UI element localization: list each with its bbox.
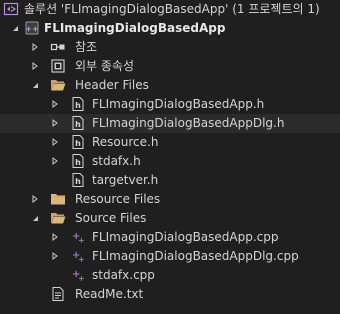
folder-icon [50, 191, 66, 207]
tree-item-header-file[interactable]: h targetver.h [0, 171, 340, 190]
tree-item-source-file[interactable]: + + stdafx.cpp [0, 266, 340, 285]
tree-item-readme[interactable]: ReadMe.txt [0, 285, 340, 304]
tree-item-header-file-selected[interactable]: h FLImagingDialogBasedAppDlg.h [0, 114, 340, 133]
external-dependencies-icon [50, 58, 66, 74]
source-files-label: Source Files [75, 211, 147, 225]
tree-item-source-file[interactable]: + + FLImagingDialogBasedApp.cpp [0, 228, 340, 247]
folder-open-icon [50, 210, 66, 226]
svg-text:++: ++ [25, 25, 38, 34]
cpp-project-icon: ++ [24, 20, 40, 36]
header-file-label: stdafx.h [92, 154, 141, 168]
header-file-icon: h [70, 96, 86, 112]
svg-text:+: + [78, 236, 85, 245]
svg-text:h: h [75, 158, 81, 167]
header-file-icon: h [70, 115, 86, 131]
tree-item-header-file[interactable]: h stdafx.h [0, 152, 340, 171]
header-file-label: targetver.h [92, 173, 159, 187]
tree-item-resource-files[interactable]: Resource Files [0, 190, 340, 209]
header-file-icon: h [70, 172, 86, 188]
chevron-right-icon[interactable] [50, 251, 60, 261]
chevron-right-icon[interactable] [50, 156, 60, 166]
cpp-file-icon: + + [70, 267, 86, 283]
tree-item-source-file[interactable]: + + FLImagingDialogBasedAppDlg.cpp [0, 247, 340, 266]
svg-text:+: + [78, 255, 85, 264]
tree-item-header-files[interactable]: Header Files [0, 76, 340, 95]
references-label: 참조 [75, 40, 98, 54]
tree-item-references[interactable]: 참조 [0, 38, 340, 57]
header-file-icon: h [70, 153, 86, 169]
chevron-right-icon[interactable] [50, 232, 60, 242]
source-file-label: stdafx.cpp [92, 268, 155, 282]
resource-files-label: Resource Files [75, 192, 161, 206]
chevron-down-icon[interactable] [30, 80, 40, 90]
svg-text:h: h [75, 139, 81, 148]
readme-label: ReadMe.txt [75, 287, 144, 301]
solution-icon [3, 1, 19, 17]
solution-label: 솔루션 'FLImagingDialogBasedApp' (1 프로젝트의 1… [24, 2, 320, 16]
header-files-label: Header Files [75, 78, 149, 92]
chevron-right-icon[interactable] [50, 118, 60, 128]
header-file-label: Resource.h [92, 135, 159, 149]
svg-text:+: + [78, 274, 85, 283]
external-dependencies-label: 외부 종속성 [75, 59, 135, 73]
cpp-file-icon: + + [70, 229, 86, 245]
header-file-label: FLImagingDialogBasedAppDlg.h [92, 116, 285, 130]
chevron-down-icon[interactable] [30, 213, 40, 223]
header-file-label: FLImagingDialogBasedApp.h [92, 97, 265, 111]
tree-item-header-file[interactable]: h Resource.h [0, 133, 340, 152]
folder-open-icon [50, 77, 66, 93]
chevron-right-icon[interactable] [50, 99, 60, 109]
chevron-right-icon[interactable] [30, 42, 40, 52]
source-file-label: FLImagingDialogBasedAppDlg.cpp [92, 249, 299, 263]
project-row[interactable]: ++ FLImagingDialogBasedApp [0, 19, 340, 38]
solution-explorer-tree: 솔루션 'FLImagingDialogBasedApp' (1 프로젝트의 1… [0, 0, 340, 314]
svg-text:h: h [75, 101, 81, 110]
project-label: FLImagingDialogBasedApp [44, 21, 226, 35]
text-file-icon [50, 286, 66, 302]
svg-text:h: h [75, 177, 81, 186]
source-file-label: FLImagingDialogBasedApp.cpp [92, 230, 279, 244]
tree-item-source-files[interactable]: Source Files [0, 209, 340, 228]
svg-text:h: h [75, 120, 81, 129]
solution-row[interactable]: 솔루션 'FLImagingDialogBasedApp' (1 프로젝트의 1… [0, 0, 340, 19]
tree-item-external-dependencies[interactable]: 외부 종속성 [0, 57, 340, 76]
chevron-down-icon[interactable] [10, 23, 20, 33]
chevron-right-icon[interactable] [50, 137, 60, 147]
chevron-right-icon[interactable] [30, 61, 40, 71]
cpp-file-icon: + + [70, 248, 86, 264]
header-file-icon: h [70, 134, 86, 150]
chevron-right-icon[interactable] [30, 194, 40, 204]
tree-item-header-file[interactable]: h FLImagingDialogBasedApp.h [0, 95, 340, 114]
references-icon [50, 39, 66, 55]
